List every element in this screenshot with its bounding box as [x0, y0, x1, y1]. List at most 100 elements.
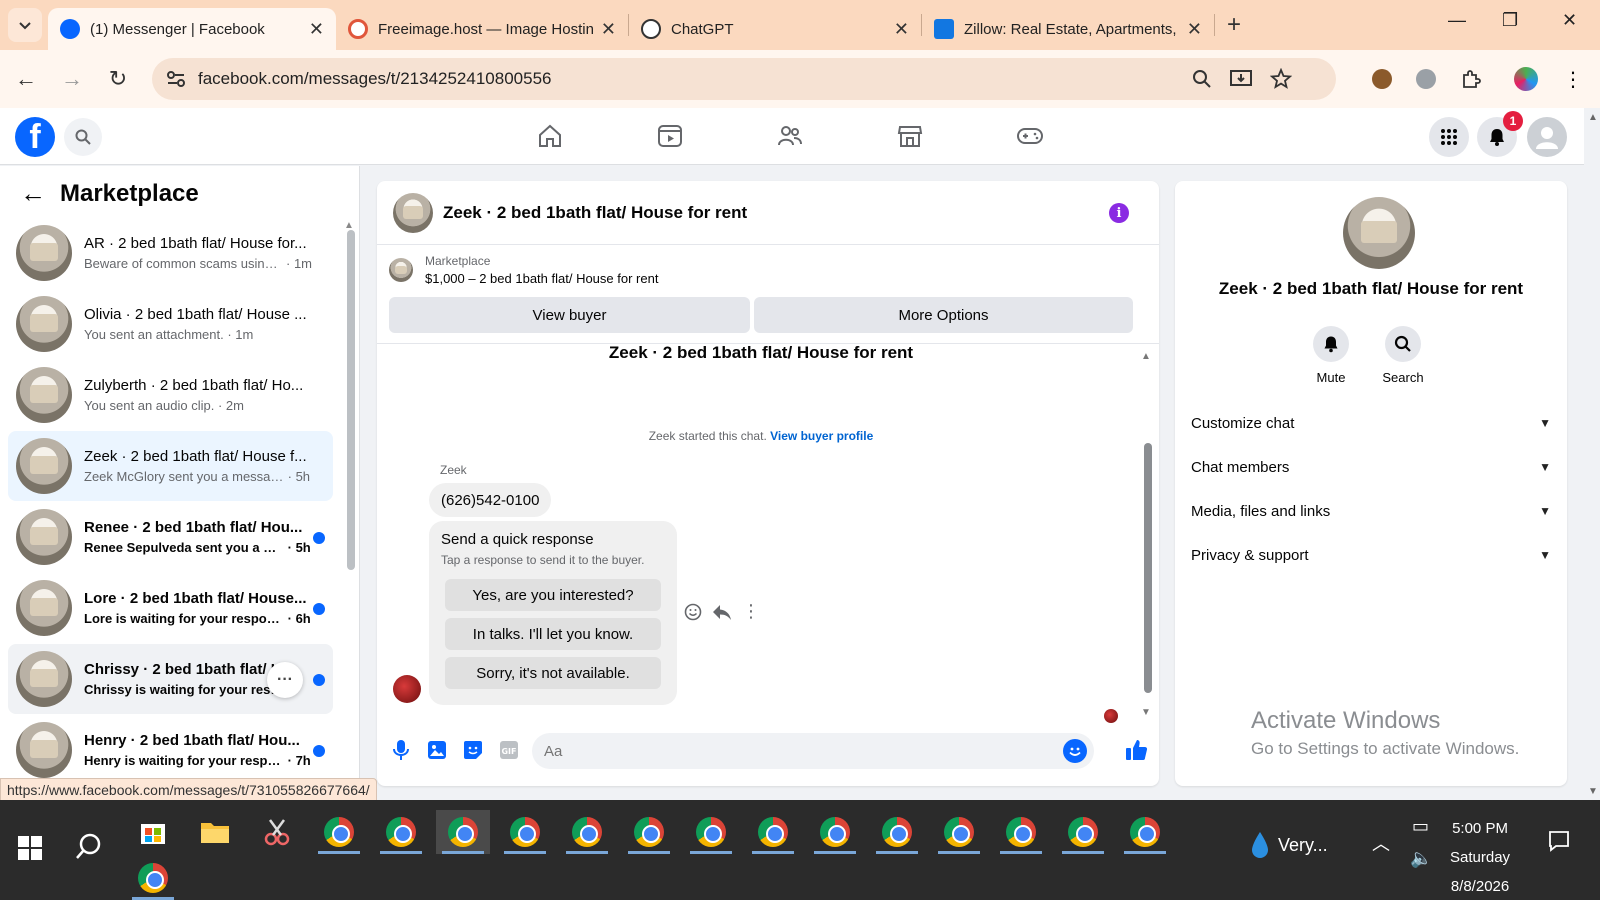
reply-arrow-icon[interactable] [712, 603, 732, 621]
conversation-item[interactable]: Olivia · 2 bed 1bath flat/ House ... You… [8, 289, 333, 359]
address-bar[interactable]: facebook.com/messages/t/2134252410800556 [152, 58, 1336, 100]
extensions-puzzle-icon[interactable] [1459, 67, 1483, 91]
minimize-icon[interactable]: — [1448, 10, 1466, 31]
home-icon[interactable] [536, 122, 564, 150]
forward-arrow-icon[interactable]: → [52, 59, 92, 99]
conversation-item[interactable]: Renee · 2 bed 1bath flat/ Hou... Renee S… [8, 502, 333, 572]
chrome-app-icon[interactable] [808, 810, 862, 854]
conversation-item-selected[interactable]: Zeek · 2 bed 1bath flat/ House f... Zeek… [8, 431, 333, 501]
page-scroll-up-arrow-icon[interactable]: ▲ [1588, 112, 1598, 123]
notifications-center-icon[interactable] [1548, 830, 1570, 857]
chrome-app-icon[interactable] [312, 810, 366, 854]
marketplace-listing-info[interactable]: Marketplace $1,000 – 2 bed 1bath flat/ H… [389, 254, 658, 286]
privacy-support-section[interactable]: Privacy & support ▼ [1191, 535, 1551, 575]
tab-search-button[interactable] [8, 8, 42, 42]
chrome-app-icon[interactable] [374, 810, 428, 854]
chat-scrollbar[interactable] [1144, 443, 1152, 693]
volume-icon[interactable]: 🔈 [1410, 848, 1432, 869]
customize-chat-section[interactable]: Customize chat ▼ [1191, 403, 1551, 443]
back-arrow-icon[interactable]: ← [6, 59, 46, 99]
chrome-app-icon[interactable] [1056, 810, 1110, 854]
chat-members-section[interactable]: Chat members ▼ [1191, 447, 1551, 487]
bookmark-star-icon[interactable] [1270, 68, 1292, 90]
search-in-chat-button[interactable]: Search [1373, 326, 1433, 385]
chrome-app-icon[interactable] [1118, 810, 1172, 854]
tab-freeimage[interactable]: Freeimage.host — Image Hostin ✕ [336, 8, 628, 50]
show-hidden-icons-chevron-icon[interactable]: ︿ [1372, 830, 1390, 856]
more-options-button[interactable]: More Options [754, 297, 1133, 333]
close-window-icon[interactable]: ✕ [1562, 10, 1577, 31]
chrome-app-icon[interactable] [126, 856, 180, 900]
chrome-app-icon-active[interactable] [436, 810, 490, 854]
photo-icon[interactable] [425, 738, 449, 762]
chrome-app-icon[interactable] [994, 810, 1048, 854]
tab-messenger[interactable]: (1) Messenger | Facebook ✕ [48, 8, 336, 50]
message-bubble[interactable]: (626)542-0100 [429, 483, 552, 517]
windows-start-icon[interactable] [18, 836, 42, 865]
facebook-search-button[interactable] [64, 118, 102, 156]
sticker-icon[interactable] [461, 738, 485, 762]
microphone-icon[interactable] [389, 738, 413, 762]
conversation-item[interactable]: Chrissy · 2 bed 1bath flat/ H... Chrissy… [8, 644, 333, 714]
taskbar-clock[interactable]: 5:00 PM Saturday 8/8/2026 [1450, 814, 1510, 900]
more-vertical-icon[interactable]: ⋮ [742, 601, 760, 622]
view-buyer-button[interactable]: View buyer [389, 297, 750, 333]
site-settings-icon[interactable] [166, 70, 186, 88]
quick-response-button[interactable]: In talks. I'll let you know. [445, 618, 661, 650]
conversation-item[interactable]: Lore · 2 bed 1bath flat/ House... Lore i… [8, 573, 333, 643]
chrome-app-icon[interactable] [498, 810, 552, 854]
new-tab-plus-icon[interactable]: + [1227, 11, 1241, 39]
thumbs-up-icon[interactable] [1125, 738, 1149, 767]
zoom-icon[interactable] [1192, 69, 1212, 89]
chat-scroll-down-arrow-icon[interactable]: ▼ [1141, 707, 1151, 718]
media-files-links-section[interactable]: Media, files and links ▼ [1191, 491, 1551, 531]
facebook-logo-icon[interactable]: f [15, 117, 55, 157]
sidebar-scrollbar[interactable] [347, 230, 355, 570]
close-tab-icon[interactable]: ✕ [1187, 19, 1202, 40]
weather-widget[interactable]: Very... [1250, 830, 1328, 860]
close-tab-icon[interactable]: ✕ [601, 19, 616, 40]
gaming-controller-icon[interactable] [1016, 122, 1044, 150]
snipping-tool-icon[interactable] [250, 810, 304, 854]
view-buyer-profile-link[interactable]: View buyer profile [770, 429, 873, 443]
tab-chatgpt[interactable]: ChatGPT ✕ [629, 8, 921, 50]
chrome-app-icon[interactable] [684, 810, 738, 854]
account-avatar-button[interactable] [1527, 117, 1567, 157]
install-app-icon[interactable] [1230, 69, 1252, 89]
chat-header-avatar[interactable] [393, 192, 433, 233]
chat-title[interactable]: Zeek · 2 bed 1bath flat/ House for rent [443, 203, 747, 223]
conversation-item[interactable]: AR · 2 bed 1bath flat/ House for... Bewa… [8, 218, 333, 288]
menu-grid-button[interactable] [1429, 117, 1469, 157]
chrome-app-icon[interactable] [932, 810, 986, 854]
conversation-item[interactable]: Henry · 2 bed 1bath flat/ Hou... Henry i… [8, 715, 333, 785]
close-tab-icon[interactable]: ✕ [309, 19, 324, 40]
more-options-dots-icon[interactable]: ··· [267, 662, 303, 698]
page-scroll-down-arrow-icon[interactable]: ▼ [1588, 786, 1598, 797]
restore-icon[interactable]: ❐ [1502, 10, 1518, 31]
globe-extension-icon[interactable] [1414, 67, 1438, 91]
gif-icon[interactable]: GIF [497, 738, 521, 762]
chrome-app-icon[interactable] [622, 810, 676, 854]
chat-scroll-up-arrow-icon[interactable]: ▲ [1141, 351, 1151, 362]
taskbar-search-icon[interactable] [74, 832, 104, 867]
emoji-icon[interactable] [1063, 739, 1087, 763]
mute-button[interactable]: Mute [1301, 326, 1361, 385]
message-input[interactable] [532, 733, 1094, 769]
quick-response-button[interactable]: Sorry, it's not available. [445, 657, 661, 689]
close-tab-icon[interactable]: ✕ [894, 19, 909, 40]
cookie-extension-icon[interactable] [1370, 67, 1394, 91]
details-avatar[interactable] [1343, 197, 1415, 269]
groups-icon[interactable] [776, 122, 804, 150]
quick-response-button[interactable]: Yes, are you interested? [445, 579, 661, 611]
video-icon[interactable] [656, 122, 684, 150]
info-icon[interactable]: i [1109, 203, 1129, 223]
file-explorer-icon[interactable] [188, 810, 242, 854]
reload-icon[interactable]: ↻ [98, 59, 138, 99]
chrome-app-icon[interactable] [870, 810, 924, 854]
browser-menu-icon[interactable]: ⋮ [1561, 67, 1585, 91]
chrome-app-icon[interactable] [746, 810, 800, 854]
react-emoji-icon[interactable] [684, 603, 702, 621]
profile-avatar-icon[interactable] [1514, 67, 1538, 91]
marketplace-store-icon[interactable] [896, 122, 924, 150]
tab-zillow[interactable]: Zillow: Real Estate, Apartments, ✕ [922, 8, 1214, 50]
